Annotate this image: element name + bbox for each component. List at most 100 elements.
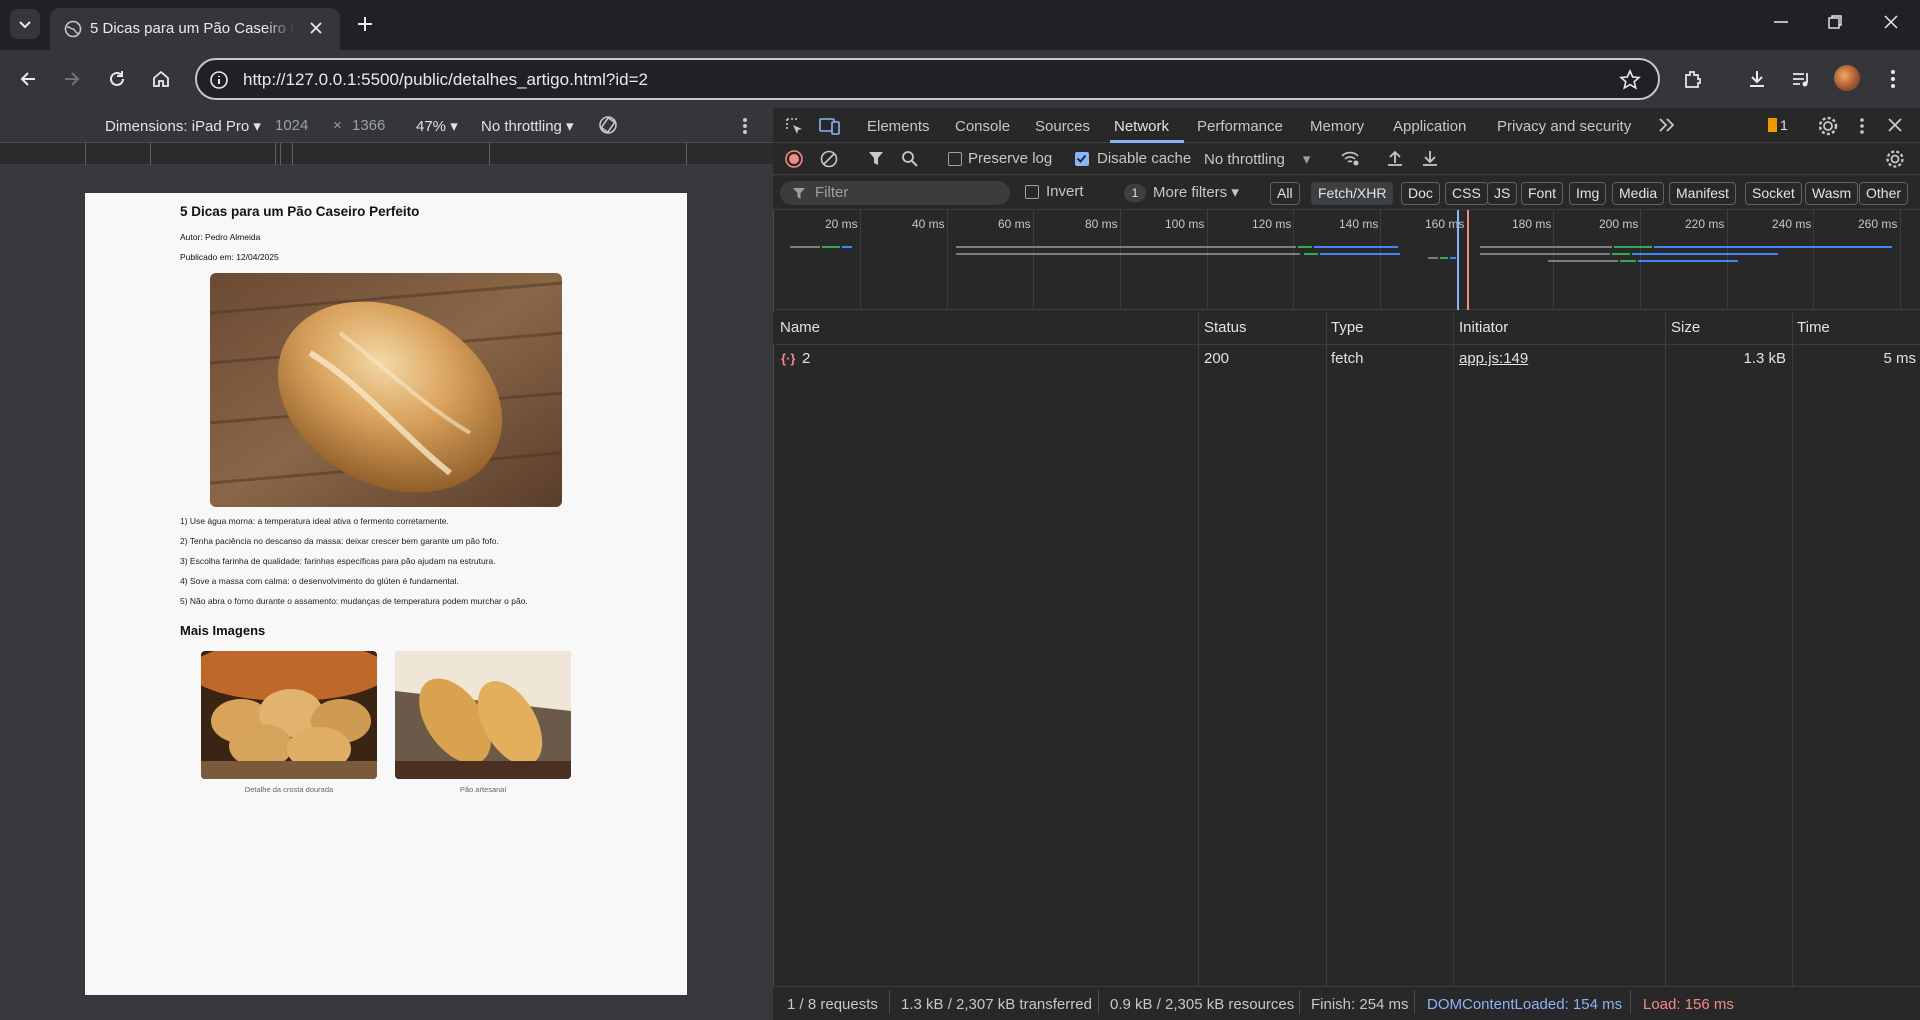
clear-icon[interactable]	[820, 150, 838, 168]
column-time[interactable]: Time	[1797, 319, 1830, 336]
disable-cache-label: Disable cache	[1097, 150, 1192, 167]
filter-funnel-icon[interactable]	[868, 150, 886, 168]
more-filters-button[interactable]: More filters ▾	[1153, 183, 1239, 201]
column-name[interactable]: Name	[780, 319, 820, 336]
close-window-icon[interactable]	[1882, 13, 1900, 31]
invert-checkbox[interactable]	[1025, 185, 1039, 199]
timeline-tick: 40 ms	[912, 217, 945, 231]
timeline-tick: 80 ms	[1085, 217, 1118, 231]
site-info-icon[interactable]	[209, 70, 229, 90]
filter-css[interactable]: CSS	[1445, 182, 1488, 205]
export-har-icon[interactable]	[1421, 149, 1439, 167]
filter-font[interactable]: Font	[1521, 182, 1564, 205]
timeline-bar	[1614, 246, 1652, 248]
search-icon[interactable]	[901, 150, 919, 168]
filter-doc[interactable]: Doc	[1401, 182, 1440, 205]
network-settings-icon[interactable]	[1885, 149, 1905, 169]
new-tab-icon[interactable]	[355, 14, 375, 34]
disable-cache-checkbox[interactable]	[1075, 152, 1089, 166]
downloads-icon[interactable]	[1746, 68, 1768, 90]
tab-title: 5 Dicas para um Pão Caseiro Perfeito	[90, 20, 295, 37]
tab-sources[interactable]: Sources	[1035, 118, 1090, 135]
timeline-bar	[1304, 253, 1318, 255]
close-tab-icon[interactable]	[308, 20, 324, 36]
tab-network[interactable]: Network	[1114, 118, 1169, 135]
profile-avatar[interactable]	[1834, 65, 1860, 91]
tab-performance[interactable]: Performance	[1197, 118, 1283, 135]
tab-privacy-security[interactable]: Privacy and security	[1497, 118, 1631, 135]
bookmark-star-icon[interactable]	[1619, 69, 1641, 91]
timeline-bar	[956, 253, 1300, 255]
column-status[interactable]: Status	[1204, 319, 1247, 336]
timeline-tick: 180 ms	[1512, 217, 1552, 231]
filter-other[interactable]: Other	[1859, 182, 1909, 205]
request-type: fetch	[1331, 350, 1364, 367]
close-devtools-icon[interactable]	[1887, 117, 1903, 133]
media-control-icon[interactable]	[1790, 68, 1812, 90]
inspect-element-icon[interactable]	[784, 116, 804, 136]
filter-media[interactable]: Media	[1612, 182, 1665, 205]
rotate-icon[interactable]	[597, 114, 619, 136]
request-name[interactable]: 2	[802, 350, 810, 367]
column-initiator[interactable]: Initiator	[1459, 319, 1508, 336]
more-filters-count: 1	[1124, 184, 1146, 202]
back-icon[interactable]	[17, 68, 39, 90]
import-har-icon[interactable]	[1386, 149, 1404, 167]
timeline-tick: 220 ms	[1685, 217, 1725, 231]
device-height-input[interactable]: 1366	[352, 117, 385, 134]
filter-socket[interactable]: Socket	[1745, 182, 1802, 205]
filter-img[interactable]: Img	[1569, 182, 1607, 205]
devtools-menu-icon[interactable]	[1858, 116, 1866, 136]
device-more-icon[interactable]	[740, 116, 750, 136]
reload-icon[interactable]	[106, 68, 128, 90]
timeline-bar	[956, 246, 1296, 248]
filter-wasm[interactable]: Wasm	[1805, 182, 1859, 205]
tab-search-button[interactable]	[10, 9, 40, 39]
image-caption: Pão artesanal	[459, 785, 507, 794]
tab-application[interactable]: Application	[1393, 118, 1466, 135]
url-text[interactable]: http://127.0.0.1:5500/public/detalhes_ar…	[243, 70, 648, 90]
timeline-bar	[1612, 253, 1630, 255]
zoom-select[interactable]: 47% ▾	[416, 117, 458, 135]
filter-all[interactable]: All	[1270, 182, 1300, 205]
timeline-bar	[1450, 257, 1456, 259]
network-throttling-select[interactable]: No throttling ▾	[1204, 150, 1310, 168]
browser-tab[interactable]: 5 Dicas para um Pão Caseiro Perfeito	[50, 8, 340, 50]
column-size[interactable]: Size	[1671, 319, 1700, 336]
timeline-tick: 120 ms	[1252, 217, 1292, 231]
network-conditions-icon[interactable]	[1340, 149, 1360, 167]
restore-icon[interactable]	[1826, 13, 1844, 31]
device-width-input[interactable]: 1024	[275, 117, 308, 134]
request-initiator-link[interactable]: app.js:149	[1459, 350, 1528, 367]
devtools-settings-icon[interactable]	[1817, 115, 1839, 137]
filter-fetch-xhr[interactable]: Fetch/XHR	[1311, 182, 1394, 205]
timeline-bar	[1428, 257, 1438, 259]
column-type[interactable]: Type	[1331, 319, 1364, 336]
device-throttling-select[interactable]: No throttling ▾	[481, 117, 574, 135]
preserve-log-checkbox[interactable]	[948, 152, 962, 166]
forward-icon[interactable]	[61, 68, 83, 90]
address-bar[interactable]: http://127.0.0.1:5500/public/detalhes_ar…	[195, 58, 1660, 100]
filter-manifest[interactable]: Manifest	[1669, 182, 1736, 205]
dimension-times: ×	[333, 117, 342, 134]
issues-badge[interactable]: 1	[1768, 117, 1788, 133]
home-icon[interactable]	[150, 68, 172, 90]
tab-elements[interactable]: Elements	[867, 118, 930, 135]
timeline-bar	[1314, 246, 1398, 248]
requests-count: 1 / 8 requests	[787, 996, 878, 1013]
device-toggle-icon[interactable]	[819, 116, 841, 136]
filter-input[interactable]: Filter	[780, 181, 1010, 205]
tab-console[interactable]: Console	[955, 118, 1010, 135]
more-tabs-icon[interactable]	[1658, 117, 1676, 133]
extensions-icon[interactable]	[1682, 68, 1704, 90]
device-dimensions-select[interactable]: Dimensions: iPad Pro ▾	[105, 117, 261, 135]
tip-item: 3) Escolha farinha de qualidade: farinha…	[180, 556, 496, 566]
tab-memory[interactable]: Memory	[1310, 118, 1364, 135]
chrome-menu-icon[interactable]	[1882, 68, 1904, 90]
finish-time: Finish: 254 ms	[1311, 996, 1409, 1013]
filter-js[interactable]: JS	[1487, 182, 1518, 205]
record-stop-icon[interactable]	[785, 150, 803, 168]
preserve-log-label: Preserve log	[968, 150, 1053, 167]
globe-icon	[64, 20, 82, 38]
minimize-icon[interactable]	[1772, 13, 1790, 31]
